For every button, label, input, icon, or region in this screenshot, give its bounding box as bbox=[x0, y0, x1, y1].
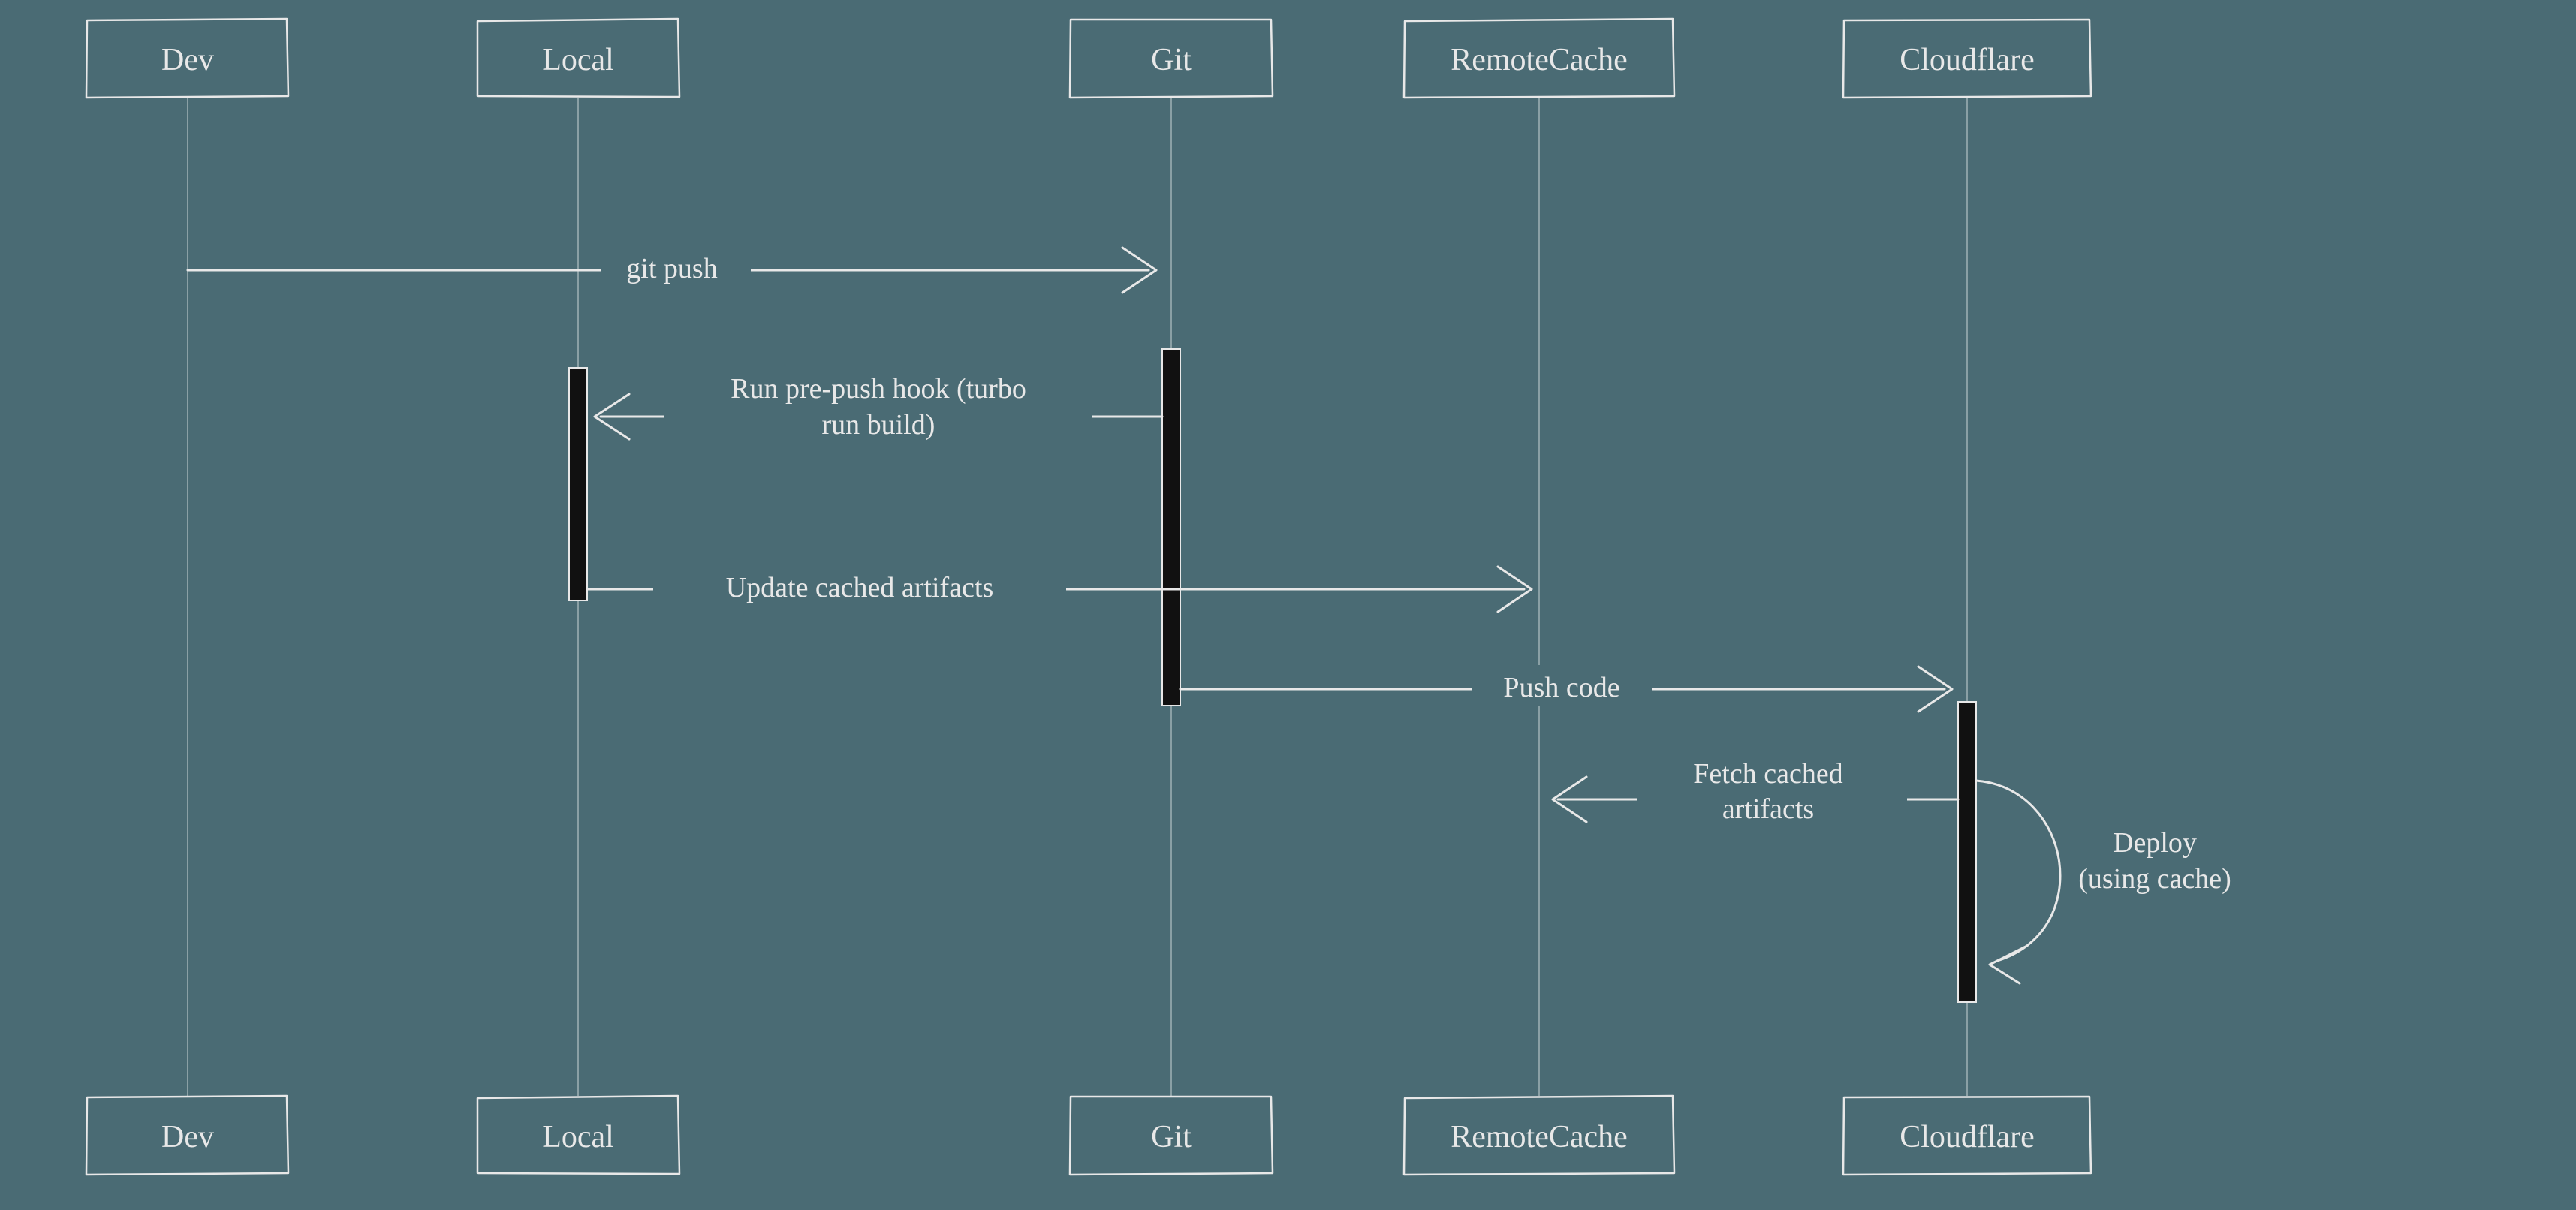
participant-label: Local bbox=[542, 1120, 614, 1154]
message-label-line2: artifacts bbox=[1722, 793, 1814, 825]
participant-remote-cache-bottom: RemoteCache bbox=[1404, 1096, 1674, 1175]
message-label-line1: Fetch cached bbox=[1693, 758, 1842, 790]
message-fetch-cache: Fetch cached artifacts bbox=[1553, 753, 1958, 828]
message-pre-push-hook: Run pre-push hook (turbo run build) bbox=[595, 368, 1162, 443]
participant-label: Dev bbox=[161, 43, 214, 77]
participant-label: Cloudflare bbox=[1900, 43, 2035, 77]
sequence-diagram: Dev Local Git RemoteCache Cloudflare git… bbox=[0, 0, 2576, 1210]
participant-git-top: Git bbox=[1070, 19, 1273, 98]
participant-label: RemoteCache bbox=[1451, 1120, 1628, 1154]
activation-local bbox=[569, 368, 587, 600]
message-label-line1: Run pre-push hook (turbo bbox=[731, 373, 1026, 405]
participant-local-bottom: Local bbox=[477, 1096, 679, 1175]
participant-dev-top: Dev bbox=[86, 19, 289, 98]
message-git-push: git push bbox=[188, 246, 1156, 293]
message-deploy: Deploy (using cache) bbox=[1976, 781, 2231, 983]
participant-dev-bottom: Dev bbox=[86, 1096, 289, 1175]
participant-label: Local bbox=[542, 43, 614, 77]
participant-label: Cloudflare bbox=[1900, 1120, 2035, 1154]
participant-cloudflare-top: Cloudflare bbox=[1843, 19, 2091, 98]
message-label: git push bbox=[626, 253, 717, 284]
message-update-cache: Update cached artifacts bbox=[587, 565, 1532, 612]
message-label-line1: Deploy bbox=[2113, 827, 2197, 859]
message-label: Update cached artifacts bbox=[726, 572, 994, 603]
message-label-line2: (using cache) bbox=[2078, 863, 2231, 895]
message-push-code: Push code bbox=[1180, 665, 1952, 712]
participant-label: Dev bbox=[161, 1120, 214, 1154]
participant-label: RemoteCache bbox=[1451, 43, 1628, 77]
participant-cloudflare-bottom: Cloudflare bbox=[1843, 1096, 2091, 1175]
participant-git-bottom: Git bbox=[1070, 1096, 1273, 1175]
participant-label: Git bbox=[1151, 1120, 1192, 1154]
participant-label: Git bbox=[1151, 43, 1192, 77]
activation-cloudflare bbox=[1958, 702, 1976, 1002]
message-label: Push code bbox=[1503, 672, 1619, 703]
activation-git bbox=[1162, 349, 1180, 706]
participant-remote-cache-top: RemoteCache bbox=[1404, 19, 1674, 98]
participant-local-top: Local bbox=[477, 19, 679, 98]
message-label-line2: run build) bbox=[822, 409, 935, 441]
